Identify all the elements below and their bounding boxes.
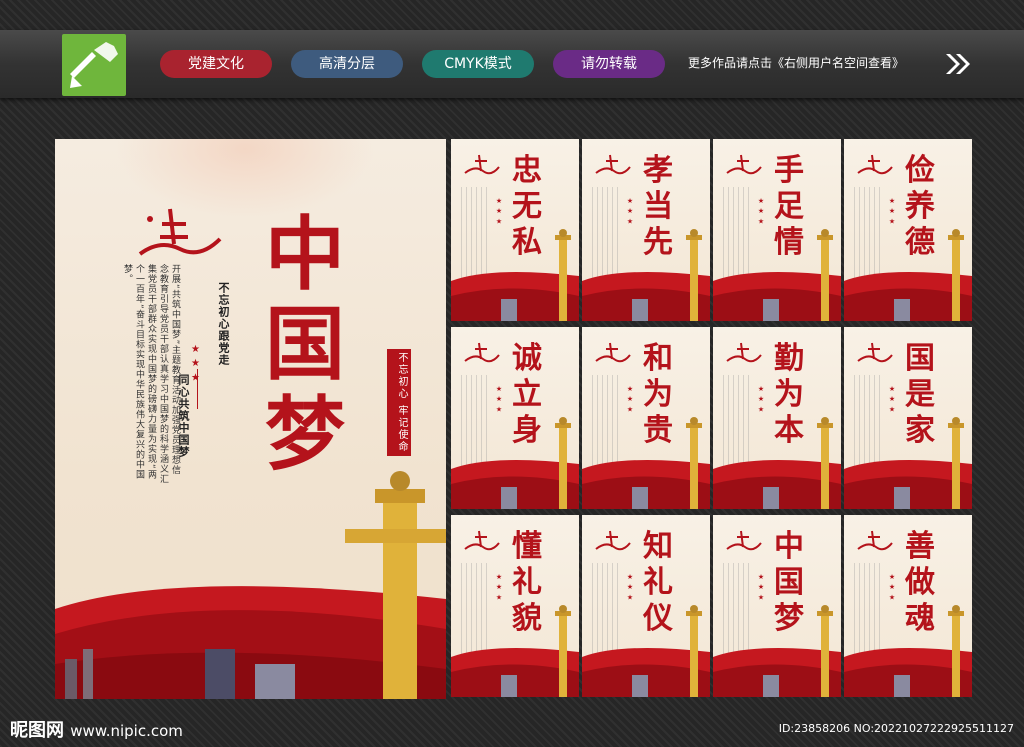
huabiao-pillar-icon <box>686 229 702 321</box>
mini-logo-icon <box>464 154 500 175</box>
title-char: 中 <box>265 207 345 301</box>
title-char: 国 <box>265 297 345 391</box>
title-char: 梦 <box>265 387 345 481</box>
more-works-link[interactable]: 更多作品请点击《右侧用户名空间查看》 <box>688 54 904 71</box>
slogan-badge: 不忘初心 牢记使命 <box>387 349 411 457</box>
poster-card: ★ ★ ★ 手足情 <box>713 139 841 321</box>
huabiao-pillar-icon <box>817 605 833 697</box>
poster-card: ★ ★ ★ 勤为本 <box>713 327 841 509</box>
poster-card: ★ ★ ★ 和为贵 <box>582 327 710 509</box>
poster-card: ★ ★ ★ 国是家 <box>844 327 972 509</box>
logo-icon[interactable] <box>62 34 126 96</box>
slogan-2: 同心共筑中国梦 <box>177 374 190 458</box>
mini-logo-icon <box>726 342 762 363</box>
huabiao-pillar-icon <box>817 229 833 321</box>
card-title: 国是家 <box>905 341 935 448</box>
pill-party-culture[interactable]: 党建文化 <box>160 50 272 78</box>
huabiao-pillar-icon <box>948 229 964 321</box>
poster-card: ★ ★ ★ 中国梦 <box>713 515 841 697</box>
mini-logo-icon <box>595 530 631 551</box>
mini-logo-icon <box>726 154 762 175</box>
card-title: 孝当先 <box>643 153 673 260</box>
watermark: 昵图网 www.nipic.com <box>10 716 183 742</box>
stars-icon: ★ ★ ★ <box>626 197 634 226</box>
huabiao-pillar-icon <box>948 417 964 509</box>
card-title: 俭养德 <box>905 153 935 260</box>
card-title: 勤为本 <box>774 341 804 448</box>
image-id: ID:23858206 NO:20221027222925511127 <box>778 722 1014 735</box>
mini-logo-icon <box>726 530 762 551</box>
stars-icon: ★ ★ ★ <box>757 573 765 602</box>
pill-no-repost[interactable]: 请勿转载 <box>553 50 665 78</box>
slogan-1: 不忘初心跟党走 <box>217 282 230 366</box>
double-chevron-right-icon[interactable] <box>944 52 972 76</box>
mini-logo-icon <box>595 154 631 175</box>
huabiao-pillar-icon <box>555 417 571 509</box>
mini-logo-icon <box>464 530 500 551</box>
stars-icon: ★ ★ ★ <box>626 385 634 414</box>
stars-icon: ★ ★ ★ <box>495 573 503 602</box>
site-name: 昵图网 <box>10 720 64 741</box>
card-title: 忠无私 <box>512 153 542 260</box>
poster-card: ★ ★ ★ 忠无私 <box>451 139 579 321</box>
mini-logo-icon <box>857 530 893 551</box>
poster-card: ★ ★ ★ 懂礼貌 <box>451 515 579 697</box>
stars-icon: ★ ★ ★ <box>888 573 896 602</box>
card-title: 懂礼貌 <box>512 529 542 636</box>
poster-card: ★ ★ ★ 俭养德 <box>844 139 972 321</box>
poster-card: ★ ★ ★ 诚立身 <box>451 327 579 509</box>
stars-icon: ★ ★ ★ <box>626 573 634 602</box>
mini-logo-icon <box>595 342 631 363</box>
card-title: 中国梦 <box>774 529 804 636</box>
stars-icon: ★ ★ ★ <box>495 385 503 414</box>
pill-hd-layers[interactable]: 高清分层 <box>291 50 403 78</box>
mini-logo-icon <box>464 342 500 363</box>
page-title: 中 国 梦 <box>255 209 355 479</box>
stars-icon: ★ ★ ★ <box>888 385 896 414</box>
main-poster: 开展“共筑中国梦”主题教育活动加强党员理想信念教育引导党员干部认真学习中国梦的科… <box>55 139 446 699</box>
body-text: 开展“共筑中国梦”主题教育活动加强党员理想信念教育引导党员干部认真学习中国梦的科… <box>122 264 180 484</box>
huabiao-pillar-icon <box>686 417 702 509</box>
card-title: 和为贵 <box>643 341 673 448</box>
huabiao-pillar-icon <box>555 605 571 697</box>
huabiao-pillar-icon <box>555 229 571 321</box>
stars-icon: ★ ★ ★ <box>495 197 503 226</box>
pill-cmyk[interactable]: CMYK模式 <box>422 50 534 78</box>
mini-logo-icon <box>857 154 893 175</box>
huabiao-pillar-icon <box>686 605 702 697</box>
huabiao-pillar-icon <box>817 417 833 509</box>
poster-card: ★ ★ ★ 孝当先 <box>582 139 710 321</box>
poster-card: ★ ★ ★ 知礼仪 <box>582 515 710 697</box>
stars-icon: ★ ★ ★ <box>757 197 765 226</box>
card-title: 知礼仪 <box>643 529 673 636</box>
card-title: 诚立身 <box>512 341 542 448</box>
huabiao-pillar-icon <box>345 471 446 699</box>
site-url: www.nipic.com <box>70 722 183 740</box>
mini-logo-icon <box>857 342 893 363</box>
stars-icon: ★ ★ ★ <box>757 385 765 414</box>
card-title: 善做魂 <box>905 529 935 636</box>
stars-icon: ★ ★ ★ <box>190 344 201 384</box>
poster-card: ★ ★ ★ 善做魂 <box>844 515 972 697</box>
stars-icon: ★ ★ ★ <box>888 197 896 226</box>
card-title: 手足情 <box>774 153 804 260</box>
huabiao-pillar-icon <box>948 605 964 697</box>
china-dream-logo-icon <box>138 208 222 256</box>
